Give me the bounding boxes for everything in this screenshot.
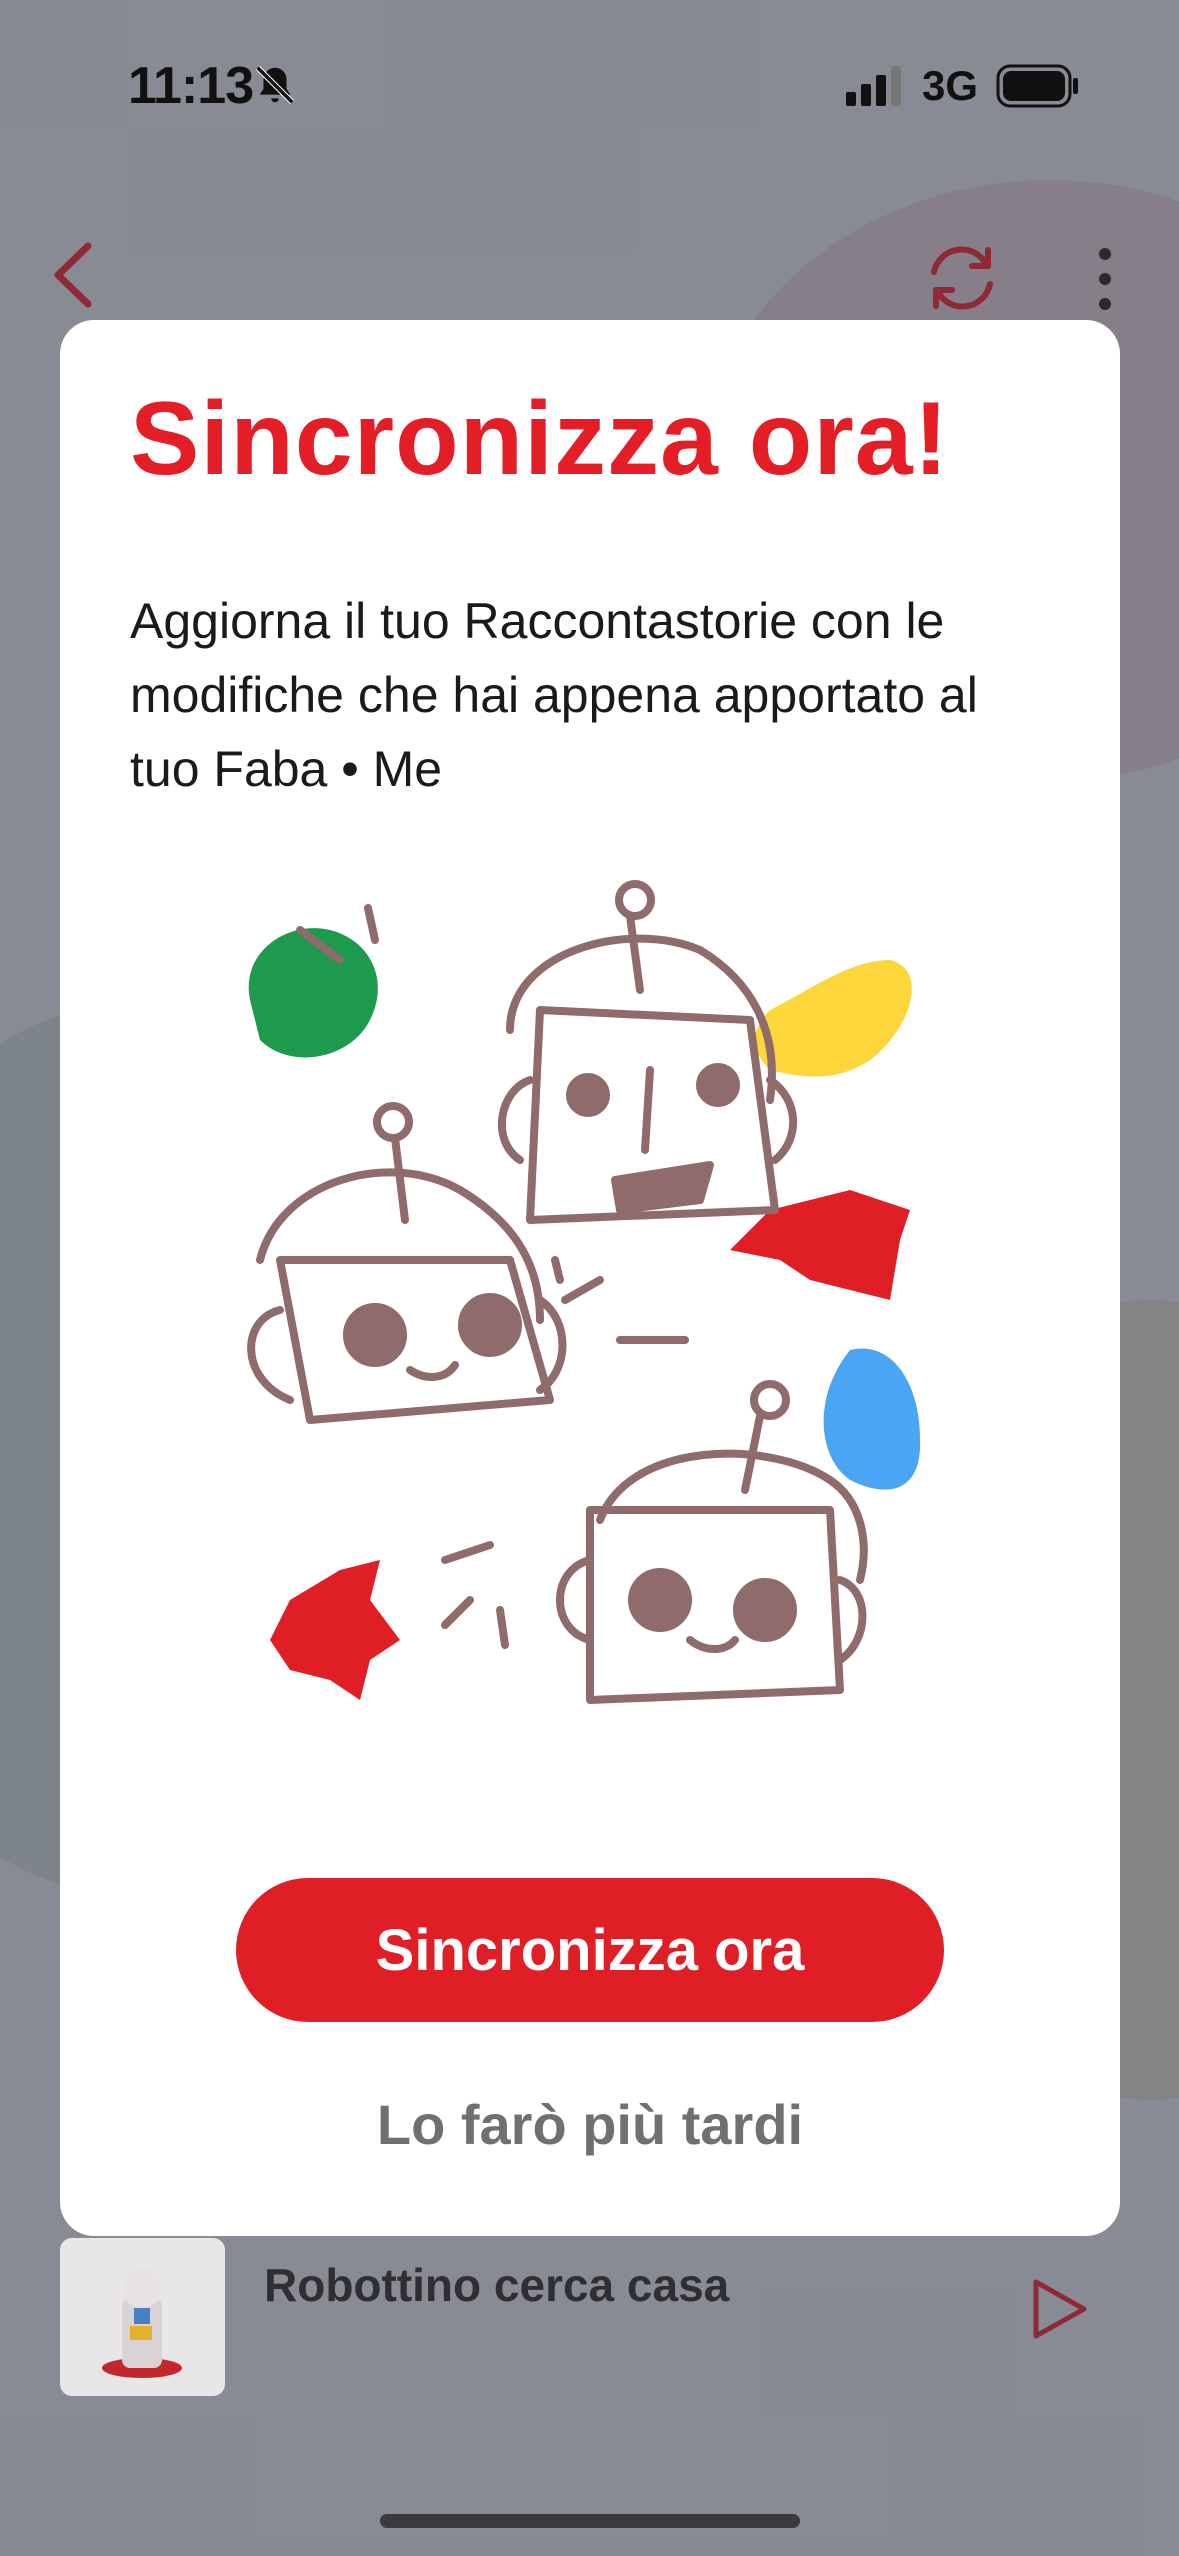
sync-dialog: Sincronizza ora! Aggiorna il tuo Raccont…	[60, 320, 1120, 2236]
more-vertical-icon[interactable]	[1090, 246, 1120, 317]
status-time: 11:13	[128, 57, 254, 115]
track-thumbnail	[60, 2238, 225, 2396]
battery-icon	[996, 64, 1080, 113]
later-button[interactable]: Lo farò più tardi	[236, 2076, 944, 2172]
bell-slash-icon	[252, 62, 298, 113]
network-label: 3G	[922, 62, 979, 109]
signal-icon	[846, 66, 906, 111]
play-icon[interactable]	[1024, 2274, 1094, 2349]
chevron-left-icon[interactable]	[48, 240, 98, 315]
track-list-item[interactable]: Robottino cerca casa 07:56	[0, 2230, 1179, 2400]
status-bar: 11:13 3G	[0, 0, 1179, 175]
home-indicator	[380, 2514, 800, 2528]
track-duration: 07:56	[264, 2322, 351, 2360]
sync-now-button[interactable]: Sincronizza ora	[236, 1878, 944, 2022]
dialog-title: Sincronizza ora!	[130, 381, 950, 497]
dialog-message: Aggiorna il tuo Raccontastorie con le mo…	[130, 593, 978, 797]
robots-illustration	[210, 880, 990, 1765]
track-title: Robottino cerca casa	[264, 2259, 730, 2311]
sync-icon[interactable]	[920, 242, 1004, 319]
top-nav-bar	[0, 220, 1179, 330]
